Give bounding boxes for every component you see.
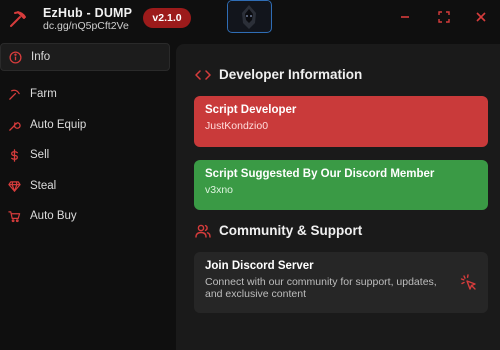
- title-bar: EzHub - DUMP dc.gg/nQ5pCft2Ve v2.1.0: [0, 0, 500, 40]
- sidebar-item-auto-buy[interactable]: Auto Buy: [0, 202, 170, 230]
- main-panel: Developer Information Script Developer J…: [176, 44, 500, 350]
- app-title: EzHub - DUMP: [43, 6, 133, 20]
- wrench-icon: [7, 118, 21, 132]
- sidebar-item-label: Auto Equip: [30, 119, 87, 131]
- card-title: Join Discord Server: [205, 260, 314, 272]
- sidebar-item-sell[interactable]: Sell: [0, 141, 170, 169]
- gem-icon: [7, 179, 21, 193]
- pickaxe-icon: [7, 87, 21, 101]
- section-title: Community & Support: [219, 223, 363, 238]
- close-icon[interactable]: [473, 9, 489, 25]
- version-badge: v2.1.0: [143, 8, 191, 28]
- avatar[interactable]: [227, 0, 272, 33]
- maximize-icon[interactable]: [436, 9, 452, 25]
- sidebar: Info Farm Auto Equip Sell Steal Auto Buy: [0, 40, 172, 350]
- community-section-header: Community & Support: [194, 223, 362, 238]
- sidebar-item-info[interactable]: Info: [0, 43, 170, 71]
- sidebar-item-label: Farm: [30, 88, 57, 100]
- cart-icon: [7, 209, 21, 223]
- pickaxe-logo-icon: [8, 9, 28, 29]
- app-subtitle: dc.gg/nQ5pCft2Ve: [43, 20, 129, 32]
- card-title: Script Developer: [205, 104, 297, 116]
- sidebar-item-label: Steal: [30, 180, 57, 192]
- sidebar-item-label: Info: [31, 51, 51, 63]
- info-icon: [8, 50, 22, 64]
- minimize-icon[interactable]: [397, 9, 413, 25]
- card-description: Connect with our community for support, …: [205, 276, 437, 300]
- developer-section-header: Developer Information: [194, 67, 362, 82]
- script-suggested-card: Script Suggested By Our Discord Member v…: [194, 160, 488, 210]
- sidebar-item-label: Sell: [30, 149, 50, 161]
- users-icon: [194, 224, 212, 238]
- dollar-icon: [7, 148, 21, 162]
- section-title: Developer Information: [219, 67, 363, 82]
- join-discord-card[interactable]: Join Discord Server Connect with our com…: [194, 252, 488, 313]
- sidebar-item-steal[interactable]: Steal: [0, 172, 170, 200]
- code-icon: [194, 68, 212, 82]
- card-title: Script Suggested By Our Discord Member: [205, 168, 435, 180]
- card-value: v3xno: [205, 184, 234, 196]
- cursor-click-icon[interactable]: [460, 274, 478, 292]
- sidebar-item-label: Auto Buy: [30, 210, 77, 222]
- script-developer-card: Script Developer JustKondzio0: [194, 96, 488, 147]
- sidebar-item-auto-equip[interactable]: Auto Equip: [0, 111, 170, 139]
- sidebar-item-farm[interactable]: Farm: [0, 80, 170, 108]
- card-value: JustKondzio0: [205, 120, 269, 132]
